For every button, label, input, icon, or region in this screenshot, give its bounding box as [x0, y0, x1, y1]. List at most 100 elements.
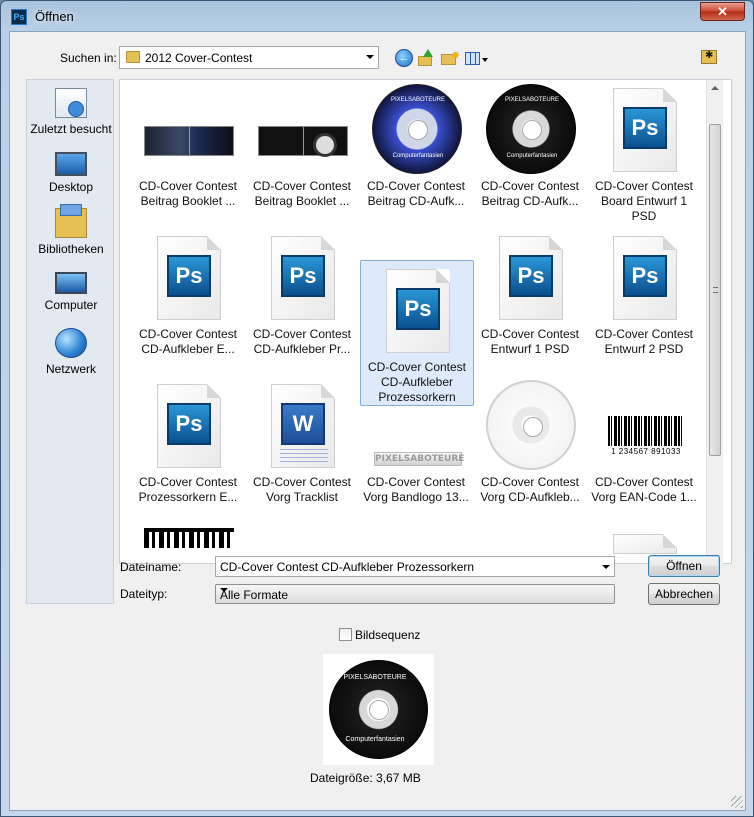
file-item[interactable]: PIXELSABOTEURE CD-Cover Contest Vorg Band…: [360, 376, 474, 522]
file-label: CD-Cover Contest Vorg CD-Aufkleb...: [480, 475, 580, 504]
file-item[interactable]: W CD-Cover Contest Vorg Tracklist: [246, 376, 360, 522]
file-label: CD-Cover Contest Beitrag Booklet ...: [252, 179, 352, 208]
file-thumbnail: PIXELSABOTEURE Computerfantasien: [486, 84, 576, 174]
file-thumbnail: Ps: [258, 232, 348, 322]
place-desktop[interactable]: Desktop: [27, 148, 115, 194]
barcode-thumbnail: 1 234567 891033: [604, 416, 688, 460]
photoshop-file-icon: Ps: [509, 255, 553, 297]
new-folder-icon[interactable]: ✸: [441, 49, 460, 67]
window-title: Öffnen: [35, 9, 74, 24]
photoshop-file-icon: Ps: [167, 403, 211, 445]
file-item[interactable]: CD-Cover Contest Beitrag Booklet ...: [246, 80, 360, 226]
resize-grip-icon[interactable]: [731, 796, 743, 808]
network-icon: [55, 328, 87, 358]
title-bar: Ps Öffnen ✕: [1, 1, 753, 31]
file-label: CD-Cover Contest Vorg Tracklist: [252, 475, 352, 504]
places-bar: Zuletzt besucht Desktop Bibliotheken Com…: [26, 79, 114, 604]
file-label: CD-Cover Contest Board Entwurf 1 PSD: [594, 179, 694, 223]
open-button[interactable]: Öffnen: [648, 555, 720, 577]
file-thumbnail: W: [258, 380, 348, 470]
file-thumbnail: Ps: [144, 232, 234, 322]
filename-combobox[interactable]: [215, 556, 615, 577]
folder-icon: [126, 51, 140, 63]
place-label: Netzwerk: [45, 362, 96, 376]
libraries-icon: [55, 204, 87, 238]
file-label: CD-Cover Contest Vorg Bandlogo 13...: [363, 475, 469, 504]
file-thumbnail: PIXELSABOTEURE: [372, 380, 465, 470]
image-sequence-checkbox[interactable]: [339, 628, 352, 641]
file-thumbnail: [144, 84, 234, 174]
file-thumbnail: Ps: [373, 265, 463, 355]
file-label: CD-Cover Contest Entwurf 2 PSD: [594, 327, 694, 356]
band-logo-thumbnail: PIXELSABOTEURE: [374, 452, 465, 466]
chevron-down-icon[interactable]: [602, 565, 610, 569]
image-sequence-label: Bildsequenz: [355, 628, 421, 642]
photoshop-file-icon: Ps: [623, 107, 667, 149]
favorites-folder-icon[interactable]: ✱: [701, 50, 717, 64]
photoshop-app-icon: Ps: [11, 9, 27, 25]
file-size-text: Dateigröße: 3,67 MB: [310, 771, 421, 785]
place-recent[interactable]: Zuletzt besucht: [27, 88, 115, 136]
file-item[interactable]: Ps CD-Cover Contest CD-Aufkleber Pr...: [246, 228, 360, 374]
file-label: CD-Cover Contest Prozessorkern E...: [138, 475, 238, 504]
dialog-body: Suchen in: 2012 Cover-Contest ← ✸ ✱ Zule…: [9, 31, 746, 811]
file-label: CD-Cover Contest Beitrag Booklet ...: [138, 179, 238, 208]
file-label: CD-Cover Contest Vorg EAN-Code 1...: [591, 475, 697, 504]
filename-label: Dateiname:: [120, 560, 182, 574]
filetype-value: Alle Formate: [220, 588, 289, 602]
photoshop-file-icon: Ps: [396, 288, 440, 330]
file-label: CD-Cover Contest Beitrag CD-Aufk...: [366, 179, 466, 208]
cancel-button[interactable]: Abbrechen: [648, 583, 720, 605]
desktop-icon: [55, 152, 87, 176]
file-thumbnail: Ps: [486, 232, 576, 322]
computer-icon: [55, 272, 87, 294]
close-button[interactable]: ✕: [700, 2, 745, 21]
file-item[interactable]: 1 234567 891033 CD-Cover Contest Vorg EAN…: [588, 376, 702, 522]
scrollbar-thumb[interactable]: [709, 124, 721, 456]
file-thumbnail: Ps: [600, 84, 690, 174]
qr-code-thumbnail: [144, 528, 234, 548]
file-item[interactable]: PIXELSABOTEURE Computerfantasien CD-Cove…: [474, 80, 588, 226]
file-item[interactable]: Ps CD-Cover Contest Prozessorkern E...: [132, 376, 246, 522]
file-label: CD-Cover Contest CD-Aufkleber Pr...: [252, 327, 352, 356]
open-dialog: Ps Öffnen ✕ Suchen in: 2012 Cover-Contes…: [0, 0, 754, 817]
up-folder-icon[interactable]: [417, 49, 435, 67]
chevron-down-icon[interactable]: [366, 55, 374, 59]
place-libraries[interactable]: Bibliotheken: [27, 204, 115, 256]
photoshop-file-icon: Ps: [281, 255, 325, 297]
place-network[interactable]: Netzwerk: [27, 328, 115, 376]
chevron-down-icon[interactable]: [220, 588, 228, 592]
file-label: CD-Cover Contest Beitrag CD-Aufk...: [480, 179, 580, 208]
lookin-dropdown[interactable]: 2012 Cover-Contest: [119, 46, 379, 69]
file-thumbnail: [258, 84, 348, 174]
cd-preview-disc: PIXELSABOTEURE Computerfantasien: [329, 660, 428, 759]
filename-input[interactable]: [220, 559, 590, 575]
file-item[interactable]: Ps CD-Cover Contest Board Entwurf 1 PSD: [588, 80, 702, 226]
file-thumbnail: Ps: [144, 380, 234, 470]
file-list: CD-Cover Contest Beitrag Booklet ... CD-C…: [119, 79, 732, 564]
file-list-scrollbar[interactable]: [706, 80, 723, 565]
lookin-label: Suchen in:: [60, 51, 117, 65]
place-label: Computer: [44, 298, 98, 312]
place-label: Zuletzt besucht: [30, 122, 112, 136]
scroll-up-arrow-icon[interactable]: [711, 86, 719, 90]
file-thumbnail: [486, 380, 576, 470]
file-label: CD-Cover Contest CD-Aufkleber E...: [138, 327, 238, 356]
lookin-value: 2012 Cover-Contest: [145, 51, 253, 65]
file-item[interactable]: CD-Cover Contest Vorg CD-Aufkleb...: [474, 376, 588, 522]
file-item[interactable]: CD-Cover Contest Beitrag Booklet ...: [132, 80, 246, 226]
place-label: Bibliotheken: [38, 242, 104, 256]
file-item[interactable]: PIXELSABOTEURE Computerfantasien CD-Cove…: [360, 80, 474, 226]
file-item[interactable]: Ps CD-Cover Contest CD-Aufkleber E...: [132, 228, 246, 374]
preview-image: PIXELSABOTEURE Computerfantasien: [323, 654, 434, 765]
file-item[interactable]: Ps CD-Cover Contest Entwurf 1 PSD: [474, 228, 588, 374]
filetype-dropdown[interactable]: Alle Formate: [215, 584, 615, 604]
file-label: CD-Cover Contest Entwurf 1 PSD: [480, 327, 580, 356]
back-icon[interactable]: ←: [395, 49, 413, 67]
photoshop-file-icon: Ps: [623, 255, 667, 297]
file-item[interactable]: Ps CD-Cover Contest Entwurf 2 PSD: [588, 228, 702, 374]
place-computer[interactable]: Computer: [27, 268, 115, 312]
recent-places-icon: [55, 88, 87, 118]
view-menu-icon[interactable]: [465, 49, 489, 67]
filetype-label: Dateityp:: [120, 587, 168, 601]
